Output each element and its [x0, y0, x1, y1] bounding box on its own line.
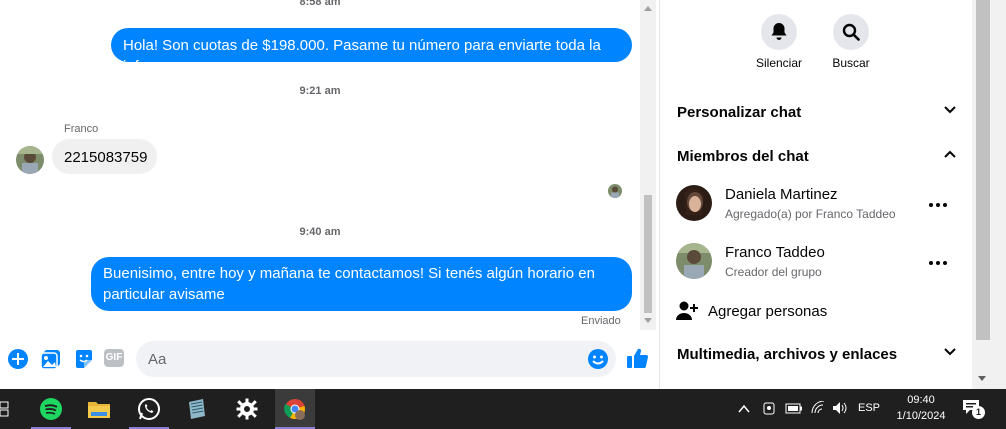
battery-icon[interactable] — [785, 403, 803, 414]
chat-scrollbar[interactable] — [640, 0, 656, 330]
message-list: 8:58 am Hola! Son cuotas de $198.000. Pa… — [0, 0, 640, 330]
messenger-window: 8:58 am Hola! Son cuotas de $198.000. Pa… — [0, 0, 1006, 389]
message-status: Enviado — [581, 315, 621, 327]
more-options-icon[interactable] — [928, 257, 948, 269]
search-button[interactable] — [833, 14, 869, 50]
chevron-up-icon[interactable] — [738, 404, 750, 413]
timestamp: 9:21 am — [299, 85, 341, 97]
sender-name: Franco — [64, 123, 99, 135]
avatar-photo-icon — [608, 184, 622, 198]
member-subtitle: Agregado(a) por Franco Taddeo — [725, 207, 896, 221]
spotify-icon — [40, 398, 62, 420]
member-subtitle: Creador del grupo — [725, 265, 822, 279]
taskbar-settings[interactable] — [227, 389, 267, 429]
chat-area: 8:58 am Hola! Son cuotas de $198.000. Pa… — [0, 0, 656, 389]
read-receipt-avatar — [608, 184, 622, 198]
add-people-label: Agregar personas — [708, 303, 828, 320]
taskbar-file-explorer[interactable] — [79, 389, 119, 429]
panel-scrollbar[interactable] — [972, 0, 1006, 389]
clock-date: 1/10/2024 — [896, 410, 946, 422]
plus-icon[interactable] — [7, 348, 29, 370]
gif-icon[interactable]: GIF — [104, 349, 124, 367]
add-person-icon — [676, 301, 698, 320]
member-name: Daniela Martinez — [725, 186, 838, 203]
chevron-up-icon — [944, 150, 956, 158]
outgoing-message[interactable]: Hola! Son cuotas de $198.000. Pasame tu … — [111, 28, 632, 75]
member-item[interactable]: Daniela Martinez Agregado(a) por Franco … — [660, 181, 972, 231]
clock-time: 09:40 — [907, 394, 935, 406]
message-line: particular avisame — [103, 286, 225, 303]
message-line: Buenisimo, entre hoy y mañana te contact… — [103, 265, 595, 282]
search-icon — [842, 23, 860, 41]
language-indicator[interactable]: ESP — [858, 402, 880, 414]
avatar — [676, 185, 712, 221]
avatar-photo-icon — [676, 185, 712, 221]
search-label: Buscar — [832, 56, 870, 70]
notification-badge: 1 — [972, 406, 985, 419]
chevron-down-icon — [944, 348, 956, 356]
composer: GIF — [0, 334, 656, 384]
like-thumb-icon[interactable] — [626, 346, 650, 370]
windows-taskbar: ESP 09:40 1/10/2024 1 — [0, 389, 1006, 429]
media-files-links-row[interactable]: Multimedia, archivos y enlaces — [660, 334, 972, 374]
taskbar-spotify[interactable] — [31, 389, 71, 429]
clock[interactable]: 09:40 1/10/2024 — [888, 392, 954, 424]
avatar[interactable] — [16, 146, 44, 174]
customize-chat-row[interactable]: Personalizar chat — [660, 92, 972, 132]
settings-icon — [236, 398, 258, 420]
timestamp: 9:40 am — [299, 226, 341, 238]
avatar — [676, 243, 712, 279]
notification-center-button[interactable]: 1 — [962, 399, 985, 419]
taskbar-chrome[interactable] — [275, 389, 315, 429]
customize-chat-label: Personalizar chat — [677, 103, 802, 121]
chrome-icon — [284, 399, 305, 420]
file-explorer-icon — [88, 402, 110, 418]
incoming-message[interactable]: 2215083759 — [52, 139, 157, 174]
scroll-down-arrow-icon[interactable] — [978, 376, 986, 381]
outgoing-message[interactable]: Buenisimo, entre hoy y mañana te contact… — [91, 257, 632, 311]
message-input[interactable] — [136, 341, 616, 377]
bell-icon — [771, 23, 787, 40]
task-view-button[interactable] — [0, 389, 26, 429]
sticker-icon[interactable] — [73, 348, 95, 370]
scroll-up-arrow-icon[interactable] — [644, 6, 652, 11]
task-view-icon — [0, 401, 9, 417]
wifi-icon[interactable] — [810, 401, 826, 415]
more-options-icon[interactable] — [928, 199, 948, 211]
avatar-photo-icon — [676, 243, 712, 279]
meet-now-icon[interactable] — [762, 401, 776, 417]
mute-label: Silenciar — [755, 56, 803, 70]
chevron-down-icon — [944, 106, 956, 114]
image-icon[interactable] — [40, 348, 62, 370]
emoji-icon[interactable] — [587, 348, 609, 370]
whatsapp-icon — [138, 398, 160, 420]
avatar-photo-icon — [16, 146, 44, 174]
media-files-links-label: Multimedia, archivos y enlaces — [677, 345, 898, 363]
scroll-down-arrow-icon[interactable] — [644, 318, 652, 323]
chat-info-panel: Silenciar Buscar Personalizar chat Miemb… — [660, 0, 972, 389]
taskbar-whatsapp[interactable] — [129, 389, 169, 429]
member-item[interactable]: Franco Taddeo Creador del grupo — [660, 239, 972, 289]
add-people-row[interactable]: Agregar personas — [660, 294, 972, 330]
chat-members-label: Miembros del chat — [677, 147, 809, 165]
member-name: Franco Taddeo — [725, 244, 825, 261]
timestamp: 8:58 am — [299, 0, 341, 8]
mute-button[interactable] — [761, 14, 797, 50]
chat-members-row[interactable]: Miembros del chat — [660, 136, 972, 176]
scrollbar-thumb[interactable] — [976, 0, 990, 340]
volume-icon[interactable] — [832, 401, 848, 415]
taskbar-notepad[interactable] — [177, 389, 217, 429]
scrollbar-thumb[interactable] — [644, 195, 652, 313]
notepad-icon — [189, 399, 205, 419]
